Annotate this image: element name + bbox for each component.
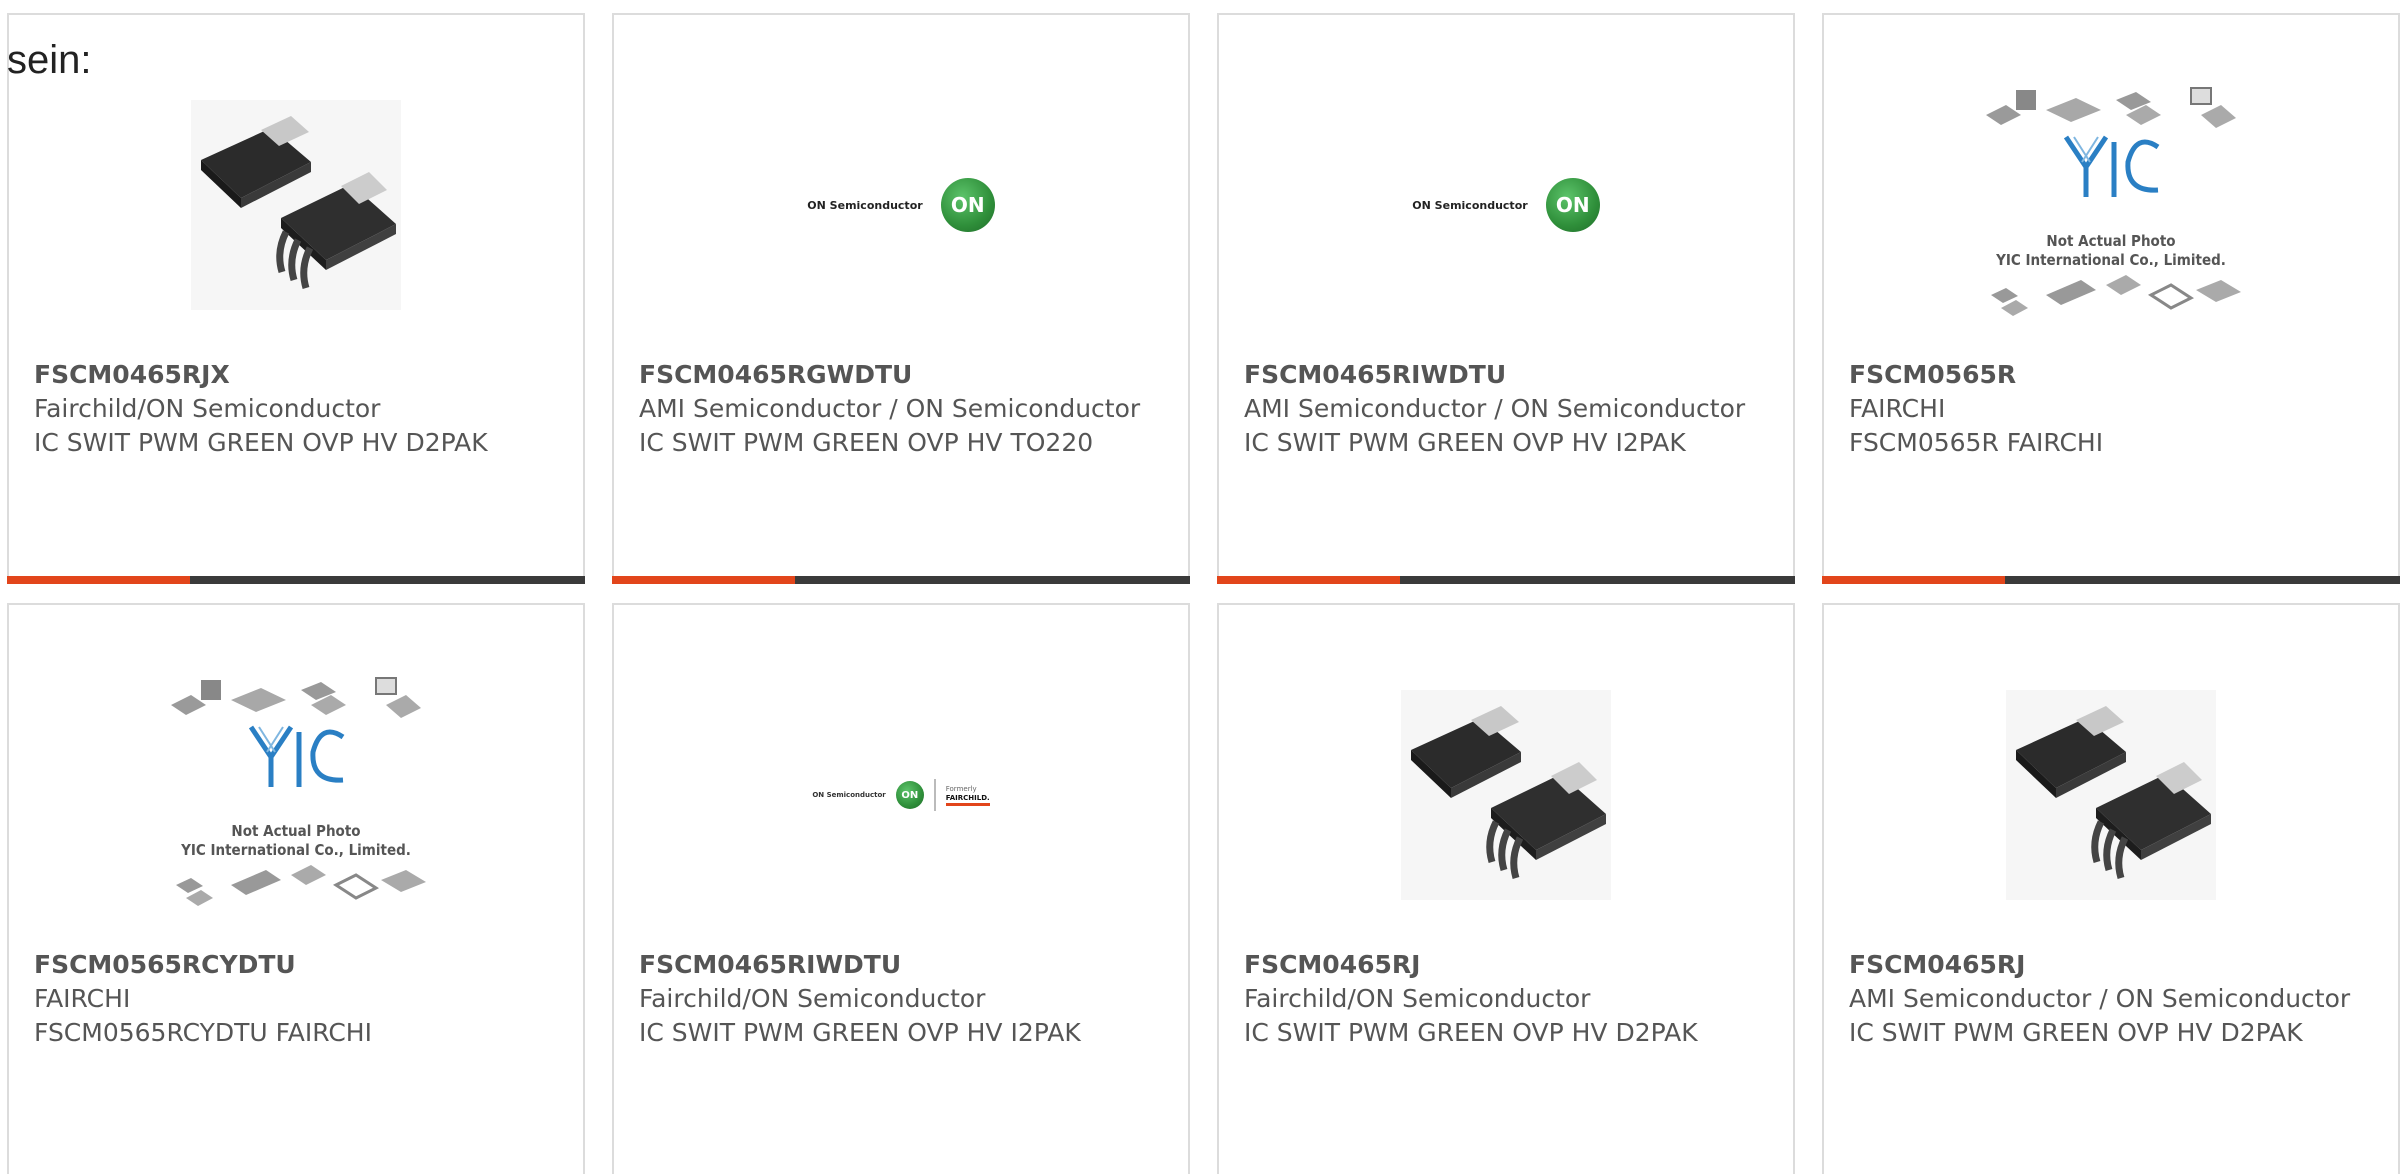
product-image[interactable] — [1219, 655, 1793, 935]
card-accent-bar — [612, 576, 795, 584]
intro-text: sein: — [7, 38, 92, 82]
logo-divider — [933, 779, 936, 811]
card-bottom-bar — [612, 576, 1190, 584]
logo-text: ON Semiconductor — [1412, 198, 1528, 212]
part-number[interactable]: FSCM0465RGWDTU — [639, 358, 1168, 392]
placeholder-line2: YIC International Co., Limited. — [181, 841, 411, 859]
on-logo-icon: ON — [940, 178, 995, 232]
logo-text: ON Semiconductor — [807, 198, 923, 212]
on-logo-icon: ON — [1545, 178, 1600, 232]
part-number[interactable]: FSCM0465RIWDTU — [639, 948, 1168, 982]
product-image[interactable] — [1824, 655, 2398, 935]
description: IC SWIT PWM GREEN OVP HV TO220 — [639, 428, 1094, 457]
product-card[interactable]: Not Actual Photo YIC International Co., … — [1822, 13, 2400, 584]
on-semiconductor-logo: ON Semiconductor ON — [1412, 178, 1600, 232]
manufacturer: AMI Semiconductor / ON Semiconductor — [1244, 394, 1746, 423]
manufacturer: Fairchild/ON Semiconductor — [639, 984, 986, 1013]
product-card[interactable]: Not Actual Photo YIC International Co., … — [7, 603, 585, 1174]
card-accent-bar — [7, 576, 190, 584]
on-fairchild-logo: ON Semiconductor ON Formerly FAIRCHILD. — [812, 779, 990, 811]
part-number[interactable]: FSCM0465RJ — [1849, 948, 2378, 982]
product-card[interactable]: ON Semiconductor ON Formerly FAIRCHILD. … — [612, 603, 1190, 1174]
part-number[interactable]: FSCM0565RCYDTU — [34, 948, 563, 982]
yic-placeholder: Not Actual Photo YIC International Co., … — [161, 670, 431, 920]
d2pak-chip-icon — [191, 100, 401, 310]
yic-placeholder: Not Actual Photo YIC International Co., … — [1976, 80, 2246, 330]
yic-logo-icon — [2063, 135, 2160, 197]
description: IC SWIT PWM GREEN OVP HV D2PAK — [1849, 1018, 2303, 1047]
description: FSCM0565RCYDTU FAIRCHI — [34, 1018, 372, 1047]
product-image[interactable]: ON Semiconductor ON — [1219, 65, 1793, 345]
card-bottom-bar — [1822, 576, 2400, 584]
product-image[interactable] — [9, 65, 583, 345]
manufacturer: AMI Semiconductor / ON Semiconductor — [1849, 984, 2351, 1013]
product-image[interactable]: Not Actual Photo YIC International Co., … — [1824, 65, 2398, 345]
card-accent-bar — [1822, 576, 2005, 584]
manufacturer: FAIRCHI — [34, 984, 131, 1013]
d2pak-chip-icon — [1401, 690, 1611, 900]
part-number[interactable]: FSCM0465RIWDTU — [1244, 358, 1773, 392]
part-number[interactable]: FSCM0465RJ — [1244, 948, 1773, 982]
card-bottom-bar — [7, 576, 585, 584]
manufacturer: Fairchild/ON Semiconductor — [34, 394, 381, 423]
product-card[interactable]: ON Semiconductor ON FSCM0465RIWDTU AMI S… — [1217, 13, 1795, 584]
product-card[interactable]: ON Semiconductor ON FSCM0465RGWDTU AMI S… — [612, 13, 1190, 584]
placeholder-line1: Not Actual Photo — [231, 822, 361, 840]
description: IC SWIT PWM GREEN OVP HV D2PAK — [1244, 1018, 1698, 1047]
card-bottom-bar — [1217, 576, 1795, 584]
fairchild-text: FAIRCHILD. — [945, 794, 990, 806]
placeholder-line1: Not Actual Photo — [2046, 232, 2176, 250]
card-accent-bar — [1217, 576, 1400, 584]
description: IC SWIT PWM GREEN OVP HV I2PAK — [1244, 428, 1686, 457]
product-image[interactable]: ON Semiconductor ON — [614, 65, 1188, 345]
manufacturer: AMI Semiconductor / ON Semiconductor — [639, 394, 1141, 423]
product-image[interactable]: ON Semiconductor ON Formerly FAIRCHILD. — [614, 655, 1188, 935]
logo-text: ON Semiconductor — [812, 791, 886, 799]
placeholder-line2: YIC International Co., Limited. — [1996, 251, 2226, 269]
chip-packages-icon — [1986, 87, 2241, 316]
formerly-text: Formerly — [945, 784, 977, 793]
part-number[interactable]: FSCM0565R — [1849, 358, 2378, 392]
product-card[interactable]: FSCM0465RJ AMI Semiconductor / ON Semico… — [1822, 603, 2400, 1174]
d2pak-chip-icon — [2006, 690, 2216, 900]
description: FSCM0565R FAIRCHI — [1849, 428, 2104, 457]
yic-logo-icon — [248, 725, 345, 787]
on-logo-icon: ON — [895, 781, 924, 809]
part-number[interactable]: FSCM0465RJX — [34, 358, 563, 392]
product-card[interactable]: FSCM0465RJX Fairchild/ON Semiconductor I… — [7, 13, 585, 584]
manufacturer: FAIRCHI — [1849, 394, 1946, 423]
manufacturer: Fairchild/ON Semiconductor — [1244, 984, 1591, 1013]
chip-packages-icon — [171, 677, 426, 906]
fairchild-logo: Formerly FAIRCHILD. — [945, 784, 990, 806]
on-semiconductor-logo: ON Semiconductor ON — [807, 178, 995, 232]
product-card[interactable]: FSCM0465RJ Fairchild/ON Semiconductor IC… — [1217, 603, 1795, 1174]
description: IC SWIT PWM GREEN OVP HV D2PAK — [34, 428, 488, 457]
description: IC SWIT PWM GREEN OVP HV I2PAK — [639, 1018, 1081, 1047]
product-image[interactable]: Not Actual Photo YIC International Co., … — [9, 655, 583, 935]
